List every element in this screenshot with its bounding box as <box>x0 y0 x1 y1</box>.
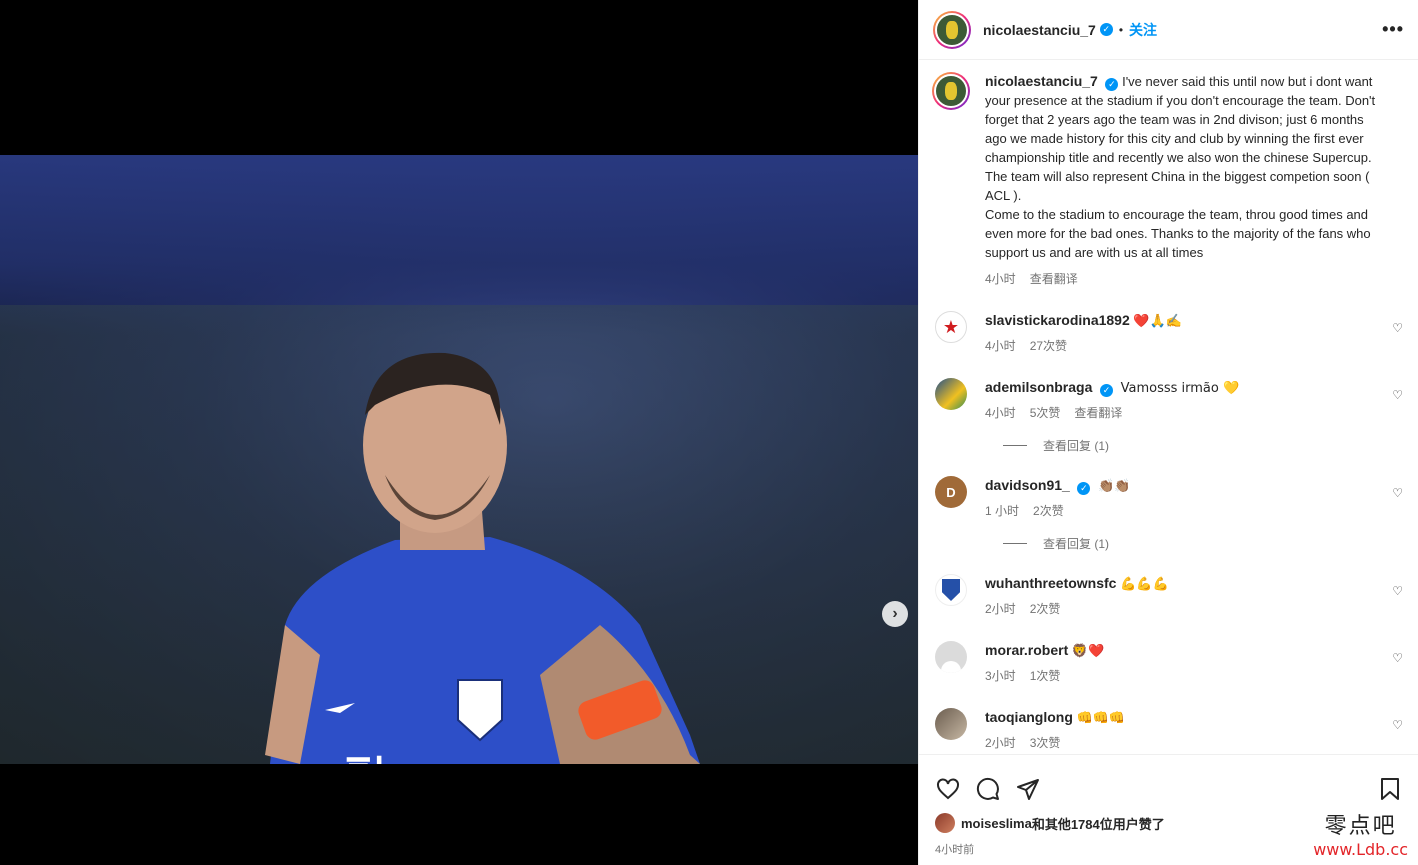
comment-time: 2小时 <box>985 736 1016 750</box>
verified-badge-icon: ✓ <box>1099 23 1113 36</box>
comment-row: taoqianglong 👊👊👊 2小时 3次赞 ♡ <box>935 708 1403 753</box>
svg-text:融: 融 <box>345 752 391 764</box>
comment-text: 💪💪💪 <box>1120 577 1169 592</box>
comment-time: 2小时 <box>985 602 1016 616</box>
comment-row: ademilsonbraga ✓ Vamosss irmão 💛 4小时 5次赞… <box>935 378 1403 423</box>
post-photo[interactable]: 融 桃花源 › <box>0 155 918 764</box>
comment-like-heart-icon[interactable]: ♡ <box>1392 486 1403 500</box>
logo-icon: D <box>946 484 956 500</box>
caption-translate-link[interactable]: 查看翻译 <box>1030 270 1078 289</box>
caption-avatar[interactable] <box>932 72 970 110</box>
comment-username[interactable]: taoqianglong <box>985 709 1073 725</box>
comment-likes[interactable]: 1次赞 <box>1030 667 1061 686</box>
comment-likes[interactable]: 5次赞 <box>1030 404 1061 423</box>
commenter-avatar[interactable] <box>935 708 967 740</box>
comment-text: 🦁❤️ <box>1071 644 1105 659</box>
comment-like-heart-icon[interactable]: ♡ <box>1392 718 1403 732</box>
comment-like-heart-icon[interactable]: ♡ <box>1392 321 1403 335</box>
comment-likes[interactable]: 2次赞 <box>1033 502 1064 521</box>
comment-time: 4小时 <box>985 406 1016 420</box>
comment-time: 3小时 <box>985 669 1016 683</box>
follow-button[interactable]: 关注 <box>1129 20 1157 40</box>
author-avatar[interactable] <box>933 10 971 49</box>
post-caption: nicolaestanciu_7 ✓ I've never said this … <box>932 72 1403 289</box>
comment-row: wuhanthreetownsfc 💪💪💪 2小时 2次赞 ♡ <box>935 574 1403 619</box>
chevron-right-icon: › <box>892 605 898 622</box>
caption-text-2: Come to the stadium to encourage the tea… <box>985 207 1371 260</box>
comment-likes[interactable]: 3次赞 <box>1030 734 1061 753</box>
comment-likes[interactable]: 2次赞 <box>1030 600 1061 619</box>
player-figure: 融 桃花源 <box>265 352 700 764</box>
replies-line <box>1003 543 1027 544</box>
comment-username[interactable]: morar.robert <box>985 642 1068 658</box>
comment-username[interactable]: ademilsonbraga <box>985 379 1092 395</box>
comment-username[interactable]: wuhanthreetownsfc <box>985 575 1116 591</box>
comment-text: 👏🏽👏🏽 <box>1098 479 1131 494</box>
post-header: nicolaestanciu_7 ✓ • 关注 ••• <box>919 0 1418 60</box>
verified-badge-icon: ✓ <box>1100 384 1113 397</box>
bookmark-save-icon[interactable] <box>1377 776 1403 802</box>
comment-text: 👊👊👊 <box>1076 711 1126 726</box>
commenter-avatar[interactable] <box>935 574 967 606</box>
liked-by-username[interactable]: moiseslima <box>961 816 1032 831</box>
watermark-url: www.Ldb.cc <box>1313 840 1408 859</box>
carousel-next-button[interactable]: › <box>882 601 908 627</box>
caption-text: I've never said this until now but i don… <box>985 74 1376 203</box>
replies-line <box>1003 445 1027 446</box>
comment-time: 1 小时 <box>985 504 1020 518</box>
comments-list[interactable]: nicolaestanciu_7 ✓ I've never said this … <box>919 60 1418 754</box>
star-icon: ★ <box>942 316 960 337</box>
club-crest-icon <box>942 579 960 601</box>
commenter-avatar[interactable] <box>935 378 967 410</box>
comment-row: morar.robert 🦁❤️ 3小时 1次赞 ♡ <box>935 641 1403 686</box>
caption-username[interactable]: nicolaestanciu_7 <box>985 73 1098 89</box>
comment-text: Vamosss irmão 💛 <box>1120 381 1240 396</box>
comment-text: ❤️🙏✍️ <box>1133 314 1182 329</box>
comment-like-heart-icon[interactable]: ♡ <box>1392 388 1403 402</box>
author-username[interactable]: nicolaestanciu_7 <box>983 22 1096 38</box>
comment-like-heart-icon[interactable]: ♡ <box>1392 651 1403 665</box>
watermark-text: 零点吧 <box>1324 814 1397 839</box>
comment-row: ★ slavistickarodina1892 ❤️🙏✍️ 4小时 27次赞 ♡ <box>935 311 1403 356</box>
comment-username[interactable]: slavistickarodina1892 <box>985 312 1130 328</box>
commenter-avatar[interactable]: D <box>935 476 967 508</box>
view-replies-label[interactable]: 查看回复 (1) <box>1043 437 1109 454</box>
comment-username[interactable]: davidson91_ <box>985 477 1070 493</box>
verified-badge-icon: ✓ <box>1105 78 1119 91</box>
comment-time: 4小时 <box>985 339 1016 353</box>
view-replies-button[interactable]: 查看回复 (1) <box>1003 437 1403 454</box>
share-send-icon[interactable] <box>1015 776 1041 802</box>
post-side-panel: nicolaestanciu_7 ✓ • 关注 ••• nicolaestanc… <box>918 0 1418 865</box>
liker-avatar <box>935 813 955 833</box>
caption-time: 4小时 <box>985 272 1016 286</box>
verified-badge-icon: ✓ <box>1077 482 1091 495</box>
comment-translate-link[interactable]: 查看翻译 <box>1074 404 1122 423</box>
separator-dot: • <box>1118 22 1124 37</box>
view-replies-label[interactable]: 查看回复 (1) <box>1043 535 1109 552</box>
comment-row: D davidson91_ ✓ 👏🏽👏🏽 1 小时 2次赞 ♡ <box>935 476 1403 521</box>
liked-by-rest[interactable]: 和其他1784位用户赞了 <box>1032 814 1165 833</box>
default-avatar-icon[interactable] <box>935 641 967 673</box>
post-media-area: 融 桃花源 › <box>0 0 918 865</box>
comment-bubble-icon[interactable] <box>975 776 1001 802</box>
like-heart-icon[interactable] <box>935 776 961 802</box>
view-replies-button[interactable]: 查看回复 (1) <box>1003 535 1403 552</box>
comment-like-heart-icon[interactable]: ♡ <box>1392 584 1403 598</box>
more-options-icon[interactable]: ••• <box>1382 19 1404 40</box>
comment-likes[interactable]: 27次赞 <box>1030 337 1067 356</box>
commenter-avatar[interactable]: ★ <box>935 311 967 343</box>
site-watermark: 零点吧 www.Ldb.cc <box>1313 808 1408 859</box>
